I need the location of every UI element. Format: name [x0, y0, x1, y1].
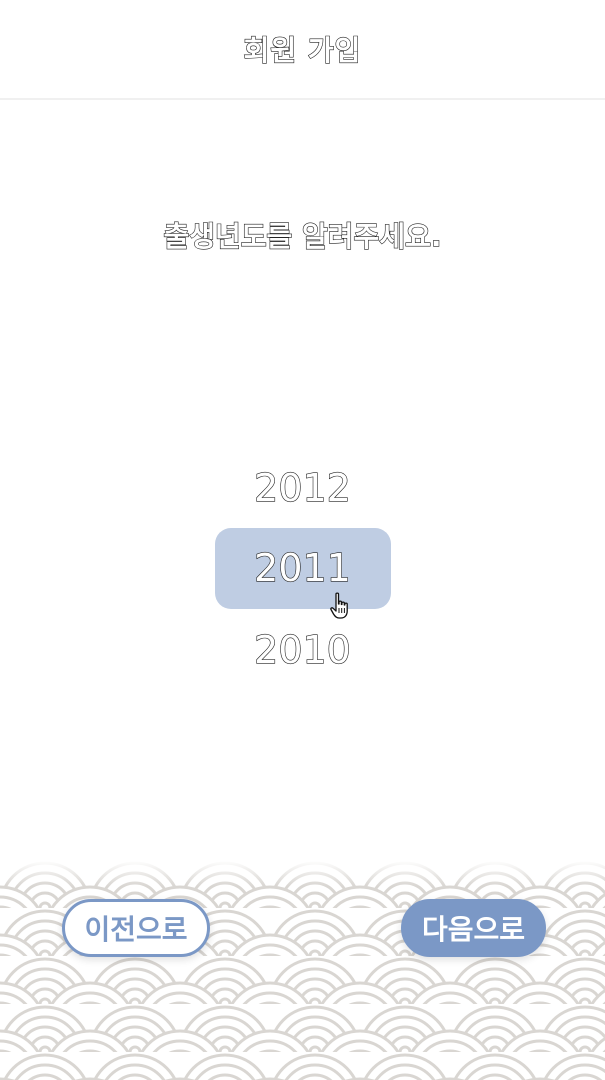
hand-cursor-icon [330, 592, 348, 619]
year-option-selected[interactable]: 2011 [0, 545, 605, 590]
year-option-next[interactable]: 2010 [0, 627, 605, 672]
page-title: 회원 가입 [243, 33, 362, 67]
birth-year-question: 출생년도를 알려주세요. [163, 219, 442, 253]
wave-pattern-background [0, 860, 605, 1080]
next-button[interactable]: 다음으로 [401, 899, 546, 957]
signup-screen: 회원 가입 출생년도를 알려주세요. 2012 2011 2010 이전으로 다… [0, 0, 605, 1080]
year-option-previous[interactable]: 2012 [0, 465, 605, 510]
app-header: 회원 가입 [0, 0, 605, 100]
year-picker[interactable]: 2012 2011 2010 [0, 450, 605, 690]
previous-button[interactable]: 이전으로 [62, 899, 210, 957]
